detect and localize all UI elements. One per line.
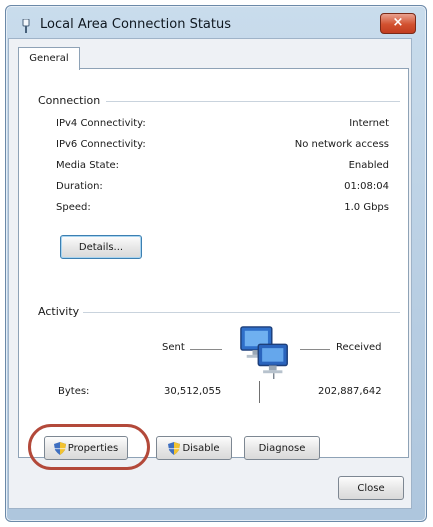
duration-value: 01:08:04 [344,181,389,192]
bytes-sent-value: 30,512,055 [164,386,222,397]
diagnose-button-label: Diagnose [258,442,306,454]
received-label: Received [336,342,382,353]
sent-line [190,349,222,350]
disable-button[interactable]: Disable [156,436,232,460]
window-title: Local Area Connection Status [40,17,231,32]
ipv4-label: IPv4 Connectivity: [56,118,146,129]
network-computers-icon [240,326,288,379]
connection-divider [106,101,400,102]
ipv6-label: IPv6 Connectivity: [56,139,146,150]
close-button[interactable]: Close [338,476,404,500]
ipv4-value: Internet [349,118,389,129]
received-line [300,349,330,350]
diagnose-button[interactable]: Diagnose [244,436,320,460]
disable-button-label: Disable [182,442,220,454]
uac-shield-icon [168,441,181,455]
speed-label: Speed: [56,202,91,213]
uac-shield-icon [53,441,66,455]
bytes-received-value: 202,887,642 [318,386,382,397]
media-state-value: Enabled [348,160,389,171]
details-button[interactable]: Details... [60,235,142,259]
ipv6-value: No network access [294,139,389,150]
properties-button[interactable]: Properties [44,436,128,460]
properties-button-label: Properties [67,442,119,454]
duration-label: Duration: [56,181,103,192]
sent-label: Sent [162,342,185,353]
title-bar[interactable]: Local Area Connection Status × [6,6,426,42]
media-state-label: Media State: [56,160,120,171]
bytes-label: Bytes: [58,386,90,397]
tab-general[interactable]: General [18,47,80,70]
connection-heading: Connection [38,94,105,107]
speed-value: 1.0 Gbps [344,202,389,213]
activity-divider [80,312,400,313]
bytes-separator [259,381,260,403]
close-button-label: Close [357,482,385,494]
network-connection-icon [22,19,30,33]
details-button-label: Details... [78,241,124,253]
window-close-button[interactable]: × [380,13,416,34]
activity-heading: Activity [38,305,84,318]
